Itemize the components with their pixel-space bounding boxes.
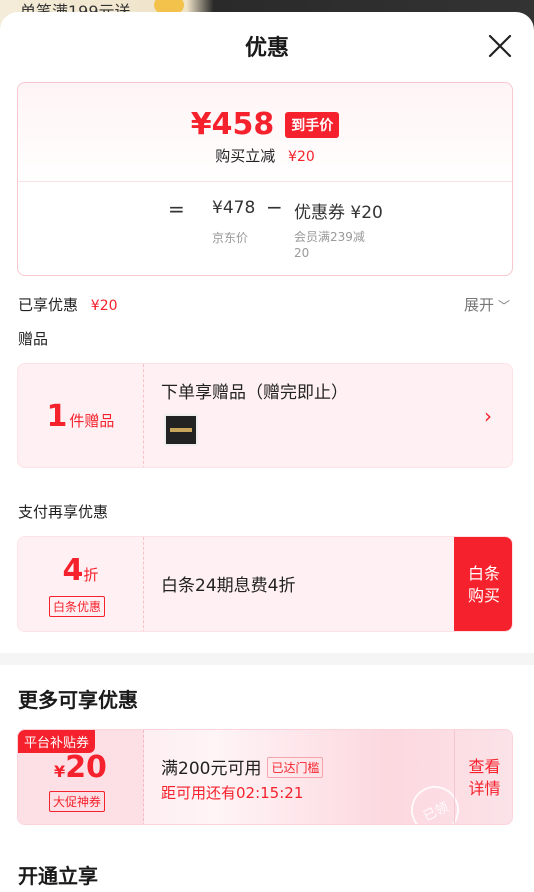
gift-count-panel: 1 件赠品 (18, 364, 144, 467)
coupon-card[interactable]: 平台补贴券 ¥20 大促神券 满200元可用 已达门槛 距可用还有02:15:21… (17, 729, 513, 825)
baitiao-tag: 白条优惠 (49, 596, 106, 617)
chevron-right-icon[interactable]: › (484, 404, 492, 428)
enjoyed-label: 已享优惠 (18, 296, 79, 314)
enjoyed-discount: 已享优惠 ¥20 (18, 294, 118, 315)
final-price-row: ¥458 到手价 (18, 107, 512, 142)
instant-discount-label: 购买立减 (215, 147, 276, 165)
baitiao-discount-panel: 4折 白条优惠 (18, 537, 144, 631)
gift-title: 下单享赠品（赠完即止） (161, 383, 348, 403)
chevron-down-icon: ﹀ (498, 299, 511, 313)
gift-card[interactable]: 1 件赠品 下单享赠品（赠完即止） › (17, 363, 513, 468)
expand-button[interactable]: 展开 ﹀ (464, 294, 510, 315)
coupon-price-label: 会员满239减20 (294, 230, 365, 260)
view-details-button[interactable]: 查看详情 (454, 730, 512, 824)
coupon-currency: ¥ (54, 762, 66, 781)
close-icon[interactable] (486, 32, 514, 60)
equals-sign: = (168, 197, 185, 221)
coupon-value: 20 (65, 750, 107, 785)
open-section-title: 开通立享 (18, 864, 98, 888)
baitiao-discount: 4折 (18, 553, 143, 588)
gift-thumbnail[interactable] (164, 414, 198, 446)
more-offers-title: 更多可享优惠 (18, 688, 138, 712)
baitiao-title: 白条24期息费4折 (161, 576, 296, 596)
divider (18, 181, 512, 182)
gift-unit: 件赠品 (69, 412, 115, 430)
baitiao-discount-num: 4 (62, 553, 84, 588)
baitiao-discount-unit: 折 (83, 566, 99, 584)
payment-section-label: 支付再享优惠 (18, 503, 109, 521)
jd-price: ¥478 (212, 198, 256, 218)
threshold-reached-badge: 已达门槛 (267, 757, 324, 778)
coupon-amount-panel: 平台补贴券 ¥20 大促神券 (18, 730, 144, 824)
discount-sheet: 优惠 ¥458 到手价 购买立减 ¥20 = ¥478 京东价 − 优惠券 ¥2… (0, 12, 534, 892)
section-separator (0, 653, 534, 665)
final-price: ¥458 (190, 107, 275, 142)
final-price-tag: 到手价 (285, 111, 340, 138)
sheet-title: 优惠 (244, 36, 289, 61)
expand-label: 展开 (464, 296, 495, 314)
coupon-condition-text: 满200元可用 (161, 759, 262, 779)
price-formula: = ¥478 京东价 − 优惠券 ¥20 会员满239减20 (168, 195, 428, 265)
coupon-amount: ¥20 (18, 750, 143, 785)
coupon-price: 优惠券 ¥20 (294, 203, 383, 223)
coupon-condition: 满200元可用 已达门槛 (161, 754, 324, 779)
gift-section-label: 赠品 (18, 330, 49, 348)
enjoyed-amount: ¥20 (90, 298, 118, 314)
baitiao-buy-button[interactable]: 白条购买 (454, 537, 512, 631)
baitiao-card: 4折 白条优惠 白条24期息费4折 白条购买 (17, 536, 513, 632)
minus-sign: − (266, 195, 283, 219)
price-breakdown-card: ¥458 到手价 购买立减 ¥20 = ¥478 京东价 − 优惠券 ¥20 会… (17, 82, 513, 276)
instant-discount-amount: ¥20 (288, 149, 315, 165)
coupon-sub-tag: 大促神券 (49, 791, 106, 812)
gift-count: 1 (46, 399, 68, 434)
instant-discount-row: 购买立减 ¥20 (18, 145, 512, 166)
jd-price-label: 京东价 (212, 231, 249, 245)
coupon-countdown: 距可用还有02:15:21 (161, 784, 304, 802)
